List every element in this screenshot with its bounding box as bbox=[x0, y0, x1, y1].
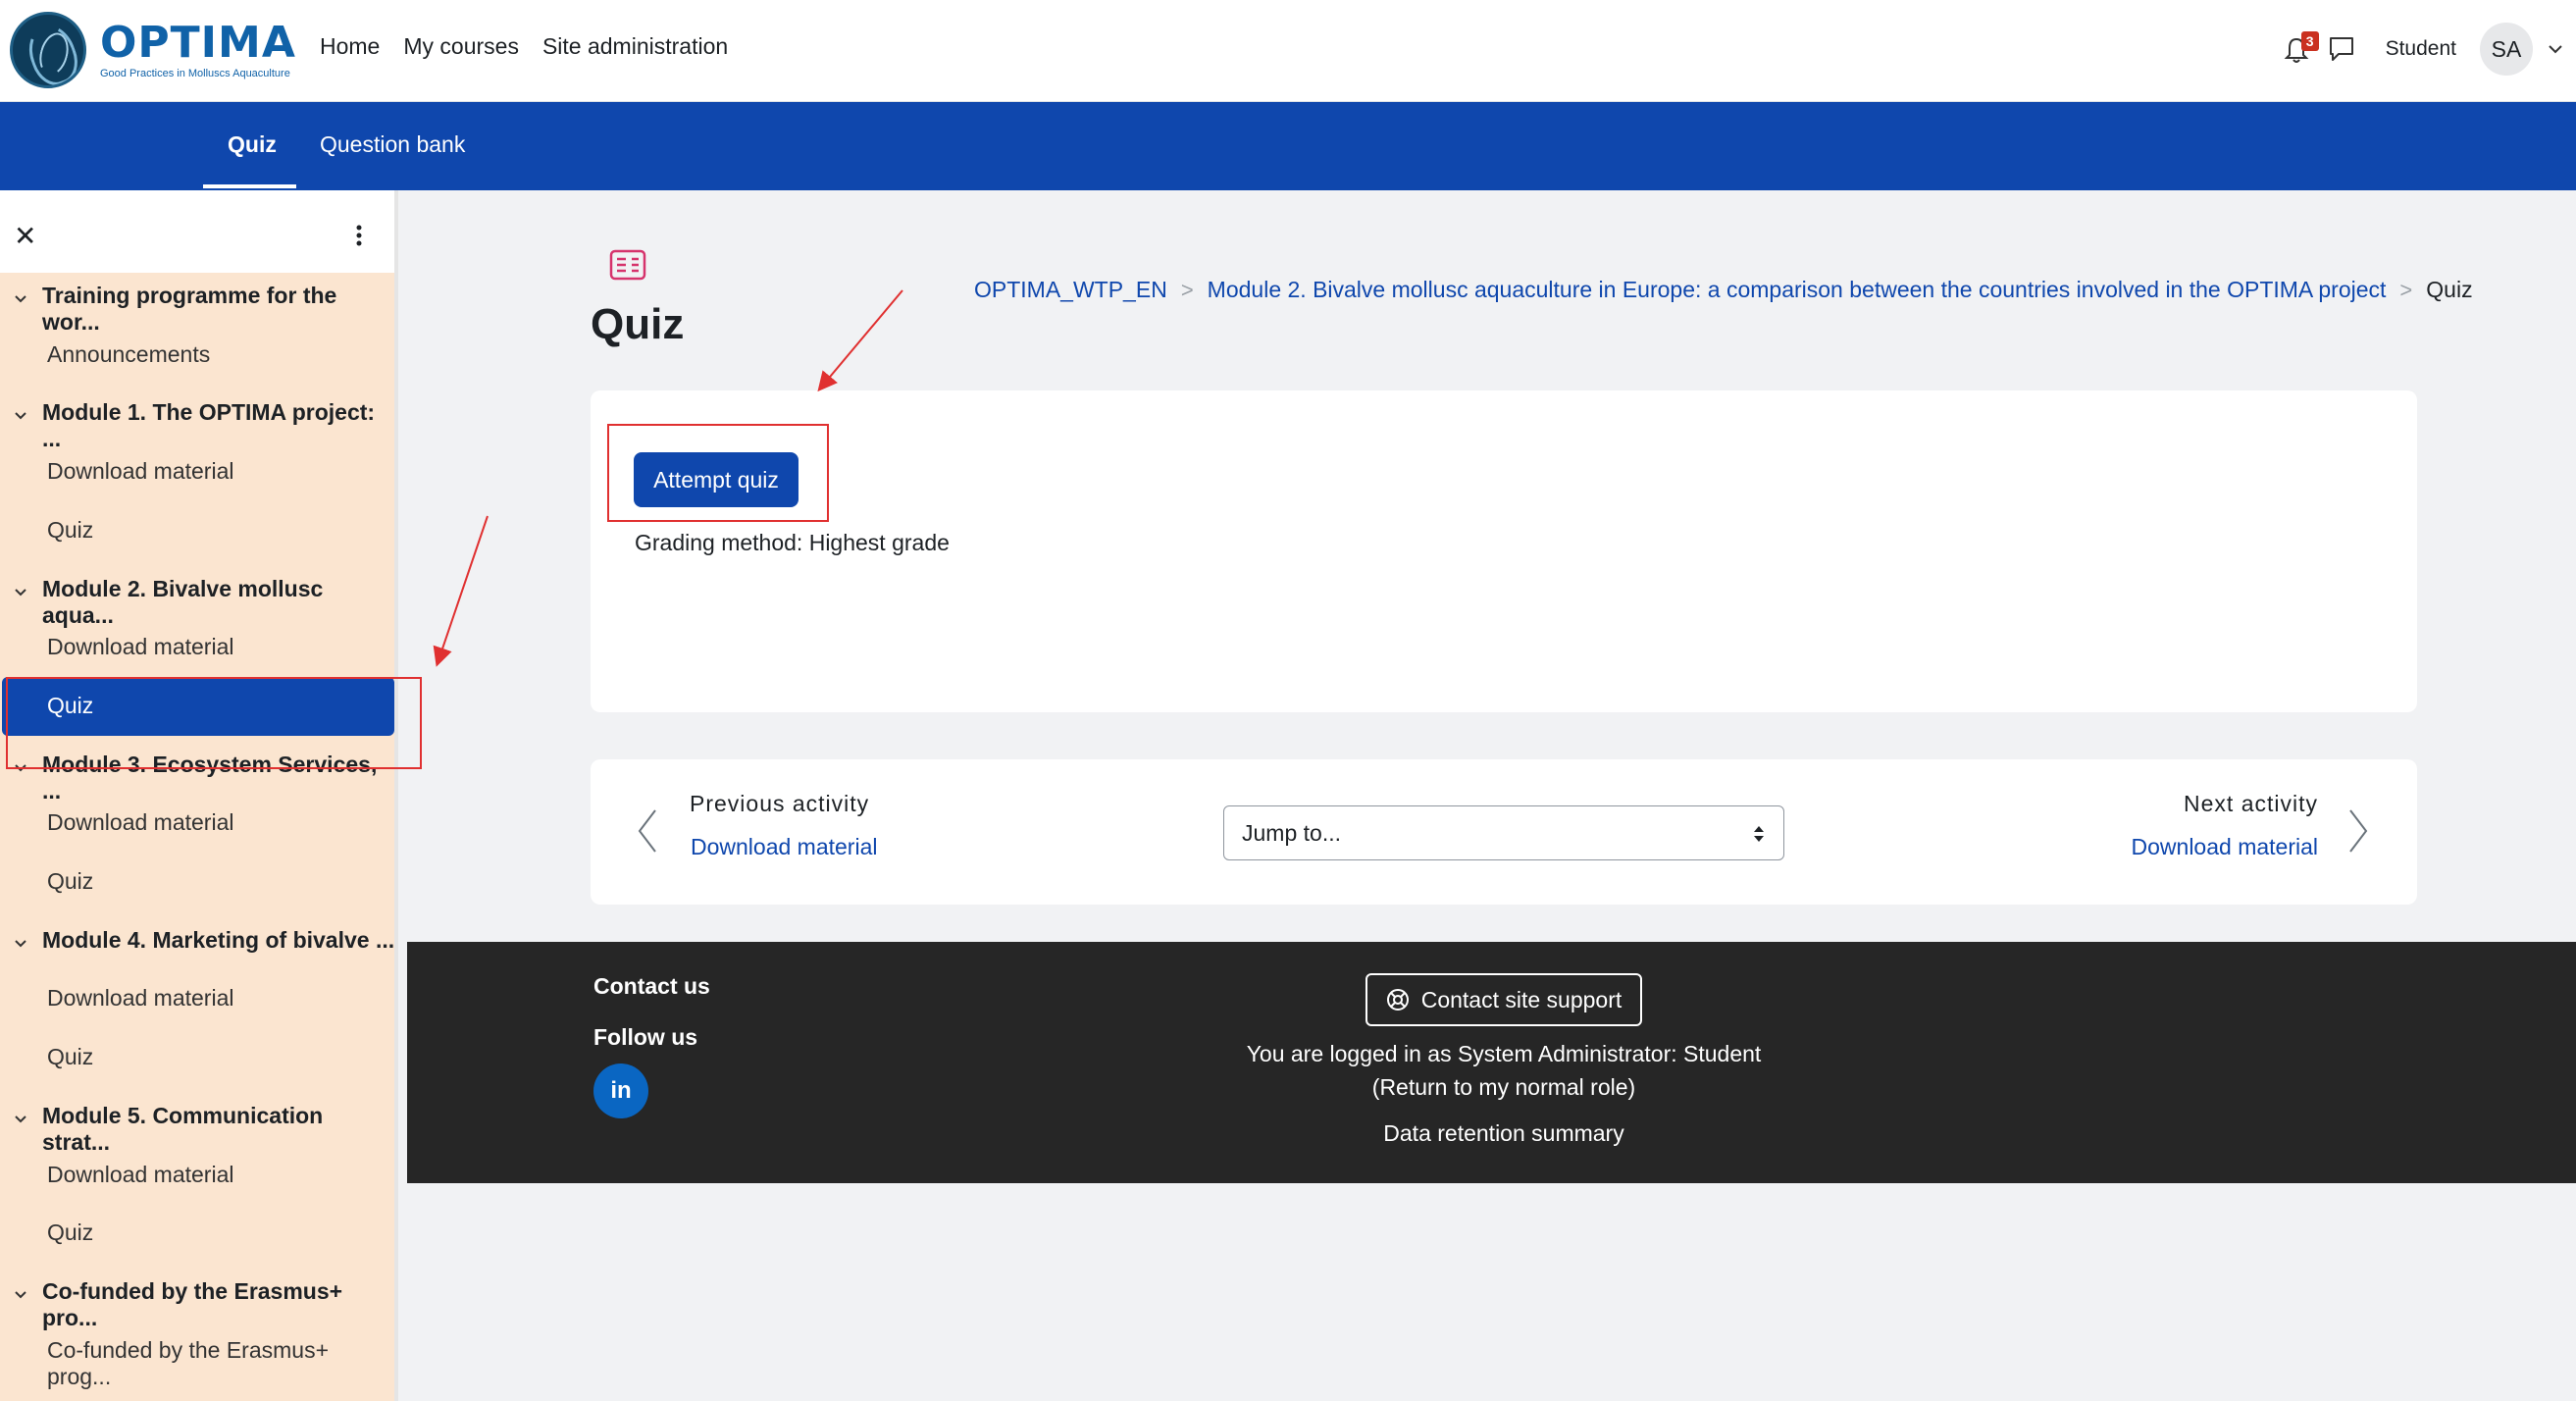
annotation-arrow-sidebar bbox=[433, 515, 489, 667]
jump-to-select[interactable]: Jump to... bbox=[1223, 805, 1784, 860]
sidebar-item[interactable]: Quiz bbox=[0, 1044, 396, 1075]
nav-home[interactable]: Home bbox=[320, 33, 380, 60]
sidebar-item-label: Module 1. The OPTIMA project: ... bbox=[42, 399, 376, 452]
sidebar-section[interactable]: Module 2. Bivalve mollusc aqua... bbox=[0, 576, 396, 628]
primary-navigation: Home My courses Site administration bbox=[320, 33, 728, 60]
page-title: Quiz bbox=[591, 300, 685, 348]
nav-my-courses[interactable]: My courses bbox=[403, 33, 519, 60]
data-retention-summary-link[interactable]: Data retention summary bbox=[981, 1120, 2027, 1147]
sidebar-item[interactable]: Download material bbox=[0, 634, 396, 665]
more-options-icon[interactable] bbox=[355, 224, 363, 247]
next-activity-label: Next activity bbox=[2184, 791, 2318, 816]
sidebar-item[interactable]: Co-funded by the Erasmus+ prog... bbox=[0, 1337, 396, 1389]
logo-emblem-icon bbox=[10, 12, 86, 88]
sidebar-item[interactable]: Quiz bbox=[0, 868, 396, 900]
annotation-arrow-attempt bbox=[817, 289, 903, 392]
user-avatar[interactable]: SA bbox=[2480, 23, 2533, 76]
nav-site-administration[interactable]: Site administration bbox=[542, 33, 728, 60]
course-index-sidebar: ✕ Training programme for the wor... Annou… bbox=[0, 190, 396, 1401]
chevron-down-icon[interactable] bbox=[12, 407, 29, 425]
logo-subtitle: Good Practices in Molluscs Aquaculture bbox=[100, 68, 290, 79]
chevron-down-icon[interactable] bbox=[12, 1111, 29, 1128]
sidebar-item[interactable]: Download material bbox=[0, 985, 396, 1016]
sidebar-item-label: Module 4. Marketing of bivalve ... bbox=[42, 926, 395, 953]
sidebar-item-label: Quiz bbox=[47, 1044, 94, 1070]
annotation-highlight-sidebar-quiz bbox=[6, 677, 422, 769]
sidebar-item-label: Co-funded by the Erasmus+ prog... bbox=[47, 1336, 330, 1389]
sidebar-item-label: Download material bbox=[47, 458, 234, 485]
footer-follow-us: Follow us bbox=[593, 1024, 698, 1050]
chevron-down-icon[interactable] bbox=[12, 1286, 29, 1304]
user-name[interactable]: Student bbox=[2386, 37, 2456, 61]
chevron-down-icon[interactable] bbox=[12, 290, 29, 308]
sidebar-item-label: Download material bbox=[47, 634, 234, 660]
breadcrumb-course[interactable]: OPTIMA_WTP_EN bbox=[974, 277, 1167, 303]
chevron-left-icon[interactable] bbox=[636, 806, 659, 856]
chevron-right-icon: > bbox=[1180, 277, 1194, 302]
messages-icon[interactable] bbox=[2327, 34, 2356, 64]
top-navbar: OPTIMA Good Practices in Molluscs Aquacu… bbox=[0, 0, 2576, 102]
sidebar-item[interactable]: Download material bbox=[0, 1162, 396, 1193]
lifebuoy-icon bbox=[1386, 989, 1409, 1011]
site-logo[interactable]: OPTIMA Good Practices in Molluscs Aquacu… bbox=[10, 12, 296, 88]
tab-question-bank[interactable]: Question bank bbox=[320, 131, 465, 158]
logo-text: OPTIMA Good Practices in Molluscs Aquacu… bbox=[100, 18, 296, 80]
jump-to-value: Jump to... bbox=[1242, 820, 1341, 846]
chevron-down-icon[interactable] bbox=[12, 584, 29, 601]
next-activity-link[interactable]: Download material bbox=[2132, 834, 2318, 860]
notifications-button[interactable]: 3 bbox=[2282, 31, 2319, 67]
chevron-down-icon[interactable] bbox=[2545, 38, 2566, 60]
sidebar-item[interactable]: Download material bbox=[0, 458, 396, 490]
sidebar-section[interactable]: Training programme for the wor... bbox=[0, 283, 396, 335]
quiz-icon bbox=[609, 249, 646, 281]
sidebar-item[interactable]: Quiz bbox=[0, 517, 396, 548]
active-tab-indicator bbox=[203, 184, 296, 188]
logged-in-info: You are logged in as System Administrato… bbox=[1246, 1041, 1762, 1066]
breadcrumb: OPTIMA_WTP_EN > Module 2. Bivalve mollus… bbox=[974, 277, 2473, 303]
return-to-normal-role-link[interactable]: (Return to my normal role) bbox=[981, 1074, 2027, 1101]
sidebar-item-label: Module 5. Communication strat... bbox=[42, 1102, 324, 1155]
sidebar-section[interactable]: Module 4. Marketing of bivalve ... bbox=[0, 927, 396, 959]
contact-site-support-label: Contact site support bbox=[1420, 986, 1623, 1012]
footer-contact-us: Contact us bbox=[593, 973, 710, 999]
sidebar-item-label: Download material bbox=[47, 809, 234, 836]
close-icon[interactable]: ✕ bbox=[14, 220, 36, 252]
sidebar-item-label: Quiz bbox=[47, 1219, 94, 1246]
secondary-navigation: Quiz Question bank bbox=[0, 102, 2576, 190]
chevron-right-icon: > bbox=[2399, 277, 2413, 302]
select-arrows-icon bbox=[1754, 826, 1764, 842]
sidebar-header: ✕ bbox=[0, 190, 396, 273]
chevron-down-icon[interactable] bbox=[12, 935, 29, 953]
user-menu-area: 3 Student SA bbox=[2282, 22, 2566, 77]
sidebar-item-label: Announcements bbox=[47, 340, 211, 367]
sidebar-section[interactable]: Co-funded by the Erasmus+ pro... bbox=[0, 1278, 396, 1330]
annotation-highlight-attempt bbox=[607, 424, 829, 522]
breadcrumb-current: Quiz bbox=[2426, 277, 2473, 302]
sidebar-item[interactable]: Quiz bbox=[0, 1219, 396, 1251]
notification-count-badge: 3 bbox=[2300, 31, 2319, 51]
sidebar-item-label: Module 2. Bivalve mollusc aqua... bbox=[42, 575, 324, 628]
sidebar-item-label: Quiz bbox=[47, 868, 94, 894]
sidebar-item[interactable]: Download material bbox=[0, 809, 396, 841]
previous-activity-label: Previous activity bbox=[690, 791, 870, 816]
sidebar-section[interactable]: Module 5. Communication strat... bbox=[0, 1103, 396, 1155]
sidebar-item-label: Training programme for the wor... bbox=[42, 283, 337, 335]
sidebar-item-label: Download material bbox=[47, 1161, 234, 1187]
tab-quiz[interactable]: Quiz bbox=[228, 131, 277, 158]
sidebar-section[interactable]: Module 1. The OPTIMA project: ... bbox=[0, 399, 396, 451]
sidebar-item-label: Download material bbox=[47, 985, 234, 1012]
sidebar-item-label: Quiz bbox=[47, 516, 94, 543]
contact-site-support-button[interactable]: Contact site support bbox=[1365, 973, 1642, 1026]
breadcrumb-module[interactable]: Module 2. Bivalve mollusc aquaculture in… bbox=[1208, 277, 2387, 303]
logo-title: OPTIMA bbox=[100, 18, 296, 68]
sidebar-item-label: Co-funded by the Erasmus+ pro... bbox=[42, 1277, 343, 1330]
grading-method: Grading method: Highest grade bbox=[635, 530, 950, 555]
linkedin-icon[interactable]: in bbox=[593, 1064, 648, 1118]
sidebar-item[interactable]: Announcements bbox=[0, 341, 396, 373]
chevron-right-icon[interactable] bbox=[2346, 806, 2370, 856]
previous-activity-link[interactable]: Download material bbox=[691, 834, 877, 860]
sidebar-scrollbar[interactable] bbox=[394, 190, 398, 1401]
